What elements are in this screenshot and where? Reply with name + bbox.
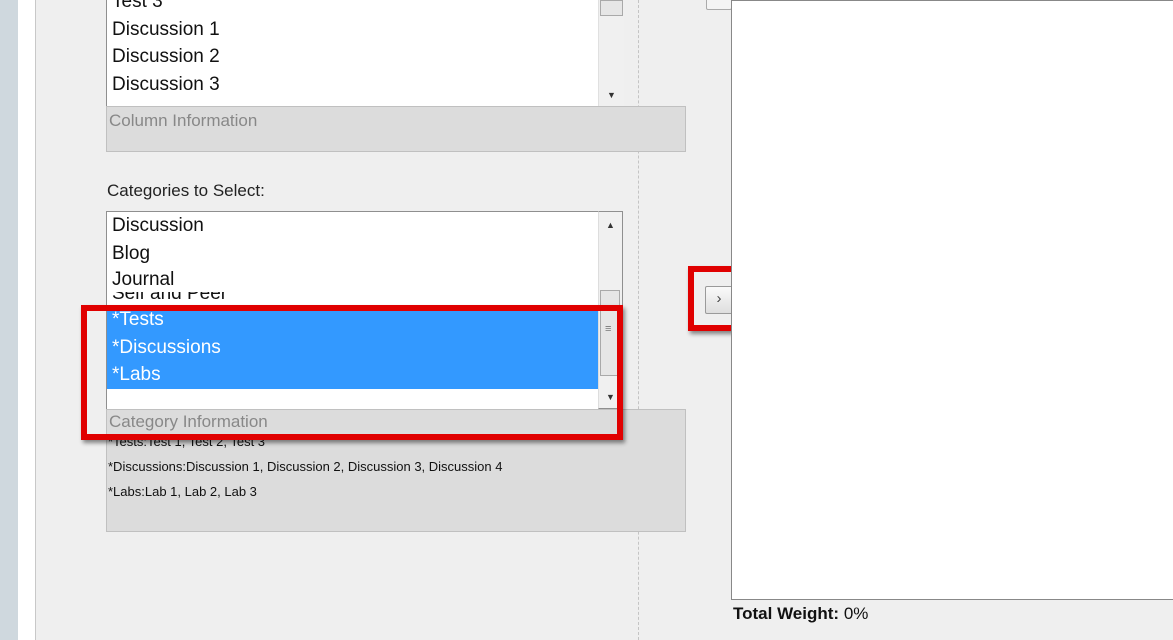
column-info-title: Column Information	[109, 111, 258, 130]
chevron-right-icon: ›	[716, 290, 722, 307]
add-to-selection-button[interactable]: ›	[705, 286, 733, 314]
scroll-up-icon[interactable]: ▲	[599, 220, 622, 230]
list-item[interactable]: Blog	[107, 240, 599, 268]
move-top-button[interactable]	[706, 0, 732, 10]
selected-items-listbox[interactable]	[731, 0, 1173, 600]
category-info-line: *Discussions:Discussion 1, Discussion 2,…	[108, 459, 503, 474]
selection-highlight-box	[81, 305, 623, 440]
category-info-line: *Labs:Lab 1, Lab 2, Lab 3	[108, 484, 257, 499]
list-item[interactable]: Discussion 1	[107, 16, 599, 44]
list-item[interactable]: Discussion 3	[107, 71, 599, 99]
column-info-panel: Column Information	[106, 106, 686, 152]
total-weight-label: Total Weight:	[733, 604, 840, 623]
scroll-thumb[interactable]	[600, 0, 623, 16]
list-item[interactable]: Test 3	[107, 0, 599, 16]
categories-label: Categories to Select:	[107, 181, 265, 200]
columns-scrollbar[interactable]: ▼	[598, 0, 624, 106]
columns-listbox[interactable]: Test 3 Discussion 1 Discussion 2 Discuss…	[106, 0, 600, 108]
list-item[interactable]: Journal	[107, 267, 599, 292]
scroll-down-icon[interactable]: ▼	[599, 90, 624, 100]
list-item[interactable]: Discussion 2	[107, 43, 599, 71]
list-item[interactable]: Self and Peer	[107, 292, 599, 306]
total-weight-value: 0%	[843, 604, 869, 623]
list-item[interactable]: Discussion	[107, 212, 599, 240]
column-divider	[638, 0, 639, 640]
total-weight: Total Weight: 0%	[733, 604, 868, 624]
